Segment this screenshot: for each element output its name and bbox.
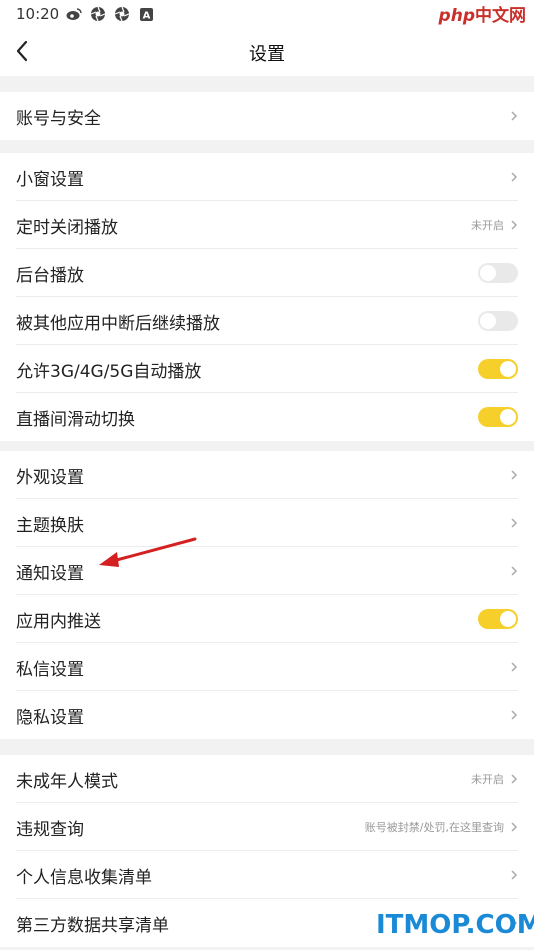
status-bar: 10:20 A php中文网 bbox=[0, 0, 534, 28]
row-mini-window[interactable]: 小窗设置 bbox=[0, 153, 534, 201]
row-label: 应用内推送 bbox=[16, 611, 101, 632]
section-account: 账号与安全 bbox=[0, 92, 534, 140]
chevron-right-icon bbox=[511, 470, 518, 480]
row-minor-mode[interactable]: 未成年人模式 未开启 bbox=[0, 755, 534, 803]
chevron-right-icon bbox=[511, 870, 518, 880]
watermark-cn: 中文网 bbox=[475, 6, 526, 26]
chevron-right-icon bbox=[511, 566, 518, 576]
row-label: 违规查询 bbox=[16, 819, 84, 840]
annotation-arrow-icon bbox=[99, 537, 197, 567]
row-value: 账号被封禁/处罚,在这里查询 bbox=[364, 821, 504, 834]
row-label: 被其他应用中断后继续播放 bbox=[16, 313, 220, 334]
row-label: 第三方数据共享清单 bbox=[16, 915, 169, 936]
section-appearance: 外观设置 主题换肤 通知设置 应用内推送 私信设置 隐私设置 bbox=[0, 451, 534, 739]
chevron-right-icon bbox=[511, 662, 518, 672]
row-sleep-timer[interactable]: 定时关闭播放 未开启 bbox=[0, 201, 534, 249]
watermark-itmop: ITMOP.COM bbox=[376, 910, 534, 940]
weibo-icon bbox=[66, 6, 82, 22]
row-theme[interactable]: 主题换肤 bbox=[0, 499, 534, 547]
row-label: 隐私设置 bbox=[16, 707, 84, 728]
svg-text:A: A bbox=[142, 10, 150, 21]
aperture-icon bbox=[114, 6, 130, 22]
chevron-right-icon bbox=[511, 822, 518, 832]
a-box-icon: A bbox=[138, 6, 154, 22]
aperture-icon bbox=[90, 6, 106, 22]
row-label: 允许3G/4G/5G自动播放 bbox=[16, 361, 202, 382]
nav-bar: 设置 bbox=[0, 28, 534, 76]
row-label: 小窗设置 bbox=[16, 169, 84, 190]
row-label: 定时关闭播放 bbox=[16, 217, 118, 238]
row-notification[interactable]: 通知设置 bbox=[0, 547, 534, 595]
mobile-autoplay-toggle[interactable] bbox=[478, 359, 518, 379]
row-label: 直播间滑动切换 bbox=[16, 409, 135, 430]
chevron-right-icon bbox=[511, 710, 518, 720]
row-label: 后台播放 bbox=[16, 265, 84, 286]
status-icons: A bbox=[66, 6, 154, 22]
row-value: 未开启 bbox=[471, 219, 504, 232]
row-label: 个人信息收集清单 bbox=[16, 867, 152, 888]
row-appearance[interactable]: 外观设置 bbox=[0, 451, 534, 499]
chevron-right-icon bbox=[511, 111, 518, 121]
row-mobile-autoplay: 允许3G/4G/5G自动播放 bbox=[0, 345, 534, 393]
status-time: 10:20 bbox=[16, 5, 60, 23]
row-label: 外观设置 bbox=[16, 467, 84, 488]
chevron-right-icon bbox=[511, 774, 518, 784]
section-playback: 小窗设置 定时关闭播放 未开启 后台播放 被其他应用中断后继续播放 允许3G/4… bbox=[0, 153, 534, 441]
row-value: 未开启 bbox=[471, 773, 504, 786]
row-private-message[interactable]: 私信设置 bbox=[0, 643, 534, 691]
row-label: 账号与安全 bbox=[16, 108, 101, 129]
row-label: 通知设置 bbox=[16, 563, 84, 584]
page-title: 设置 bbox=[249, 44, 285, 65]
row-in-app-push: 应用内推送 bbox=[0, 595, 534, 643]
row-label: 主题换肤 bbox=[16, 515, 84, 536]
row-live-swipe: 直播间滑动切换 bbox=[0, 393, 534, 441]
row-account-security[interactable]: 账号与安全 bbox=[0, 92, 534, 140]
background-play-toggle[interactable] bbox=[478, 263, 518, 283]
row-label: 私信设置 bbox=[16, 659, 84, 680]
row-violation-query[interactable]: 违规查询 账号被封禁/处罚,在这里查询 bbox=[0, 803, 534, 851]
in-app-push-toggle[interactable] bbox=[478, 609, 518, 629]
row-privacy[interactable]: 隐私设置 bbox=[0, 691, 534, 739]
row-background-play: 后台播放 bbox=[0, 249, 534, 297]
resume-toggle[interactable] bbox=[478, 311, 518, 331]
row-personal-info-list[interactable]: 个人信息收集清单 bbox=[0, 851, 534, 899]
row-label: 未成年人模式 bbox=[16, 771, 118, 792]
watermark-php: php bbox=[438, 6, 475, 26]
chevron-right-icon bbox=[511, 518, 518, 528]
chevron-right-icon bbox=[511, 220, 518, 230]
watermark-php-cn: php中文网 bbox=[439, 1, 526, 26]
chevron-right-icon bbox=[511, 172, 518, 182]
live-swipe-toggle[interactable] bbox=[478, 407, 518, 427]
row-resume-after-interrupt: 被其他应用中断后继续播放 bbox=[0, 297, 534, 345]
